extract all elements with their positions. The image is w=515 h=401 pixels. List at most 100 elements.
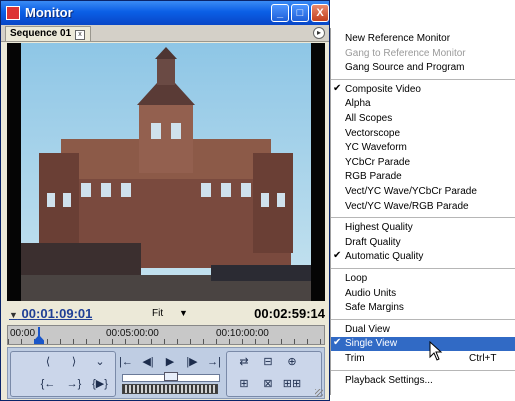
ruler-ticks xyxy=(8,339,324,344)
menu-item-highest-quality[interactable]: Highest Quality xyxy=(331,221,515,235)
chevron-down-icon[interactable]: ▼ xyxy=(179,308,188,318)
extract-button[interactable]: ⊠ xyxy=(258,376,278,392)
timecode-arrow-icon: ▼ xyxy=(9,310,18,320)
ruler-label: 00:10:00:00 xyxy=(216,328,269,339)
menu-item-label: Automatic Quality xyxy=(345,251,424,263)
close-button[interactable]: X xyxy=(311,4,329,22)
output-button[interactable]: ⊕ xyxy=(282,354,302,370)
checkmark-icon: ✔ xyxy=(333,82,342,94)
current-timecode[interactable]: ▼ 00:01:09:01 xyxy=(9,306,92,321)
menu-item-vectorscope[interactable]: Vectorscope xyxy=(331,127,515,141)
menu-item-yc-waveform[interactable]: YC Waveform xyxy=(331,141,515,155)
maximize-button[interactable]: □ xyxy=(291,4,309,22)
menu-item-label: Vect/YC Wave/YCbCr Parade xyxy=(345,186,477,197)
tab-sequence-01[interactable]: Sequence 01 x xyxy=(5,26,91,41)
menu-item-label: Audio Units xyxy=(345,287,397,299)
mouse-cursor-icon xyxy=(429,341,443,361)
title-bar[interactable]: Monitor _ □ X xyxy=(1,1,329,25)
window-title: Monitor xyxy=(25,5,73,20)
go-to-out-button[interactable]: →| xyxy=(204,354,224,370)
ruler-label: 00:00 xyxy=(10,328,36,339)
transport-controls: ⟨ ⟩ ⌄ |← ◀| ▶ |▶ →| ⇄ ⊟ ⊕ {← →} {▶} ⊞ ⊠ … xyxy=(7,347,325,399)
panel-menu-button[interactable]: ▸ xyxy=(313,27,325,39)
menu-item-automatic-quality[interactable]: ✔ Automatic Quality xyxy=(331,250,515,264)
jog-wheel[interactable] xyxy=(122,384,218,394)
menu-item-label: Single View xyxy=(345,338,398,350)
menu-item-single-view[interactable]: ✔ Single View xyxy=(331,337,515,352)
menu-item-draft-quality[interactable]: Draft Quality xyxy=(331,236,515,250)
step-back-button[interactable]: ◀| xyxy=(138,354,158,370)
menu-item-all-scopes[interactable]: All Scopes xyxy=(331,112,515,126)
app-icon xyxy=(6,6,20,20)
timecode-row: ▼ 00:01:09:01 Fit ▼ 00:02:59:14 xyxy=(7,303,325,323)
menu-item-label: All Scopes xyxy=(345,113,393,124)
menu-item-trim[interactable]: Trim Ctrl+T xyxy=(331,352,515,366)
current-timecode-value: 00:01:09:01 xyxy=(21,306,93,321)
menu-item-label: RGB Parade xyxy=(345,171,402,183)
duration-timecode: 00:02:59:14 xyxy=(254,306,325,321)
menu-item-label: Highest Quality xyxy=(345,222,413,234)
menu-item-loop[interactable]: Loop xyxy=(331,272,515,286)
menu-item-vect-yc-wave-rgb-parade[interactable]: Vect/YC Wave/RGB Parade xyxy=(331,200,515,214)
loop-button[interactable]: ⇄ xyxy=(234,354,254,370)
minimize-button[interactable]: _ xyxy=(271,4,289,22)
menu-item-alpha[interactable]: Alpha xyxy=(331,97,515,111)
playhead-handle-icon[interactable] xyxy=(34,335,44,344)
menu-item-label: Alpha xyxy=(345,98,371,110)
lift-button[interactable]: ⊞ xyxy=(234,376,254,392)
mark-in-button[interactable]: ⟨ xyxy=(38,354,58,370)
tab-label: Sequence 01 xyxy=(10,28,72,39)
go-to-in-button[interactable]: |← xyxy=(116,354,136,370)
menu-item-playback-settings[interactable]: Playback Settings... xyxy=(331,374,515,388)
menu-item-audio-units[interactable]: Audio Units xyxy=(331,287,515,301)
menu-item-label: Gang Source and Program xyxy=(345,62,465,74)
menu-separator xyxy=(331,268,515,269)
menu-separator xyxy=(331,78,515,80)
time-ruler[interactable]: 00:00 00:05:00:00 00:10:00:00 xyxy=(7,325,325,345)
menu-item-label: Safe Margins xyxy=(345,302,404,314)
menu-separator xyxy=(331,318,515,320)
step-forward-button[interactable]: |▶ xyxy=(182,354,202,370)
video-frame xyxy=(21,43,311,301)
export-frame-button[interactable]: ⊞⊞ xyxy=(282,376,302,392)
menu-item-dual-view[interactable]: Dual View xyxy=(331,323,515,337)
menu-item-label: Vect/YC Wave/RGB Parade xyxy=(345,200,469,212)
monitor-panel-menu: New Reference Monitor Gang to Reference M… xyxy=(330,28,515,395)
shuttle-handle[interactable] xyxy=(164,372,178,381)
checkmark-icon: ✔ xyxy=(333,337,342,349)
menu-item-gang-source-and-program[interactable]: Gang Source and Program xyxy=(331,61,515,75)
go-to-next-marker-button[interactable]: →} xyxy=(64,376,84,392)
menu-item-label: YCbCr Parade xyxy=(345,156,411,168)
menu-item-rgb-parade[interactable]: RGB Parade xyxy=(331,170,515,184)
resize-grip[interactable] xyxy=(315,389,323,397)
monitor-window: Monitor _ □ X Sequence 01 x ▸ ▼ 00:01:09… xyxy=(0,0,330,401)
tab-close-icon[interactable]: x xyxy=(75,30,85,40)
menu-item-ycbcr-parade[interactable]: YCbCr Parade xyxy=(331,156,515,170)
menu-item-label: YC Waveform xyxy=(345,142,407,154)
play-button[interactable]: ▶ xyxy=(160,354,180,370)
set-marker-button[interactable]: ⌄ xyxy=(90,354,110,370)
menu-item-label: Loop xyxy=(345,273,368,284)
menu-item-label: Trim xyxy=(345,353,365,364)
menu-item-vect-yc-wave-ycbcr-parade[interactable]: Vect/YC Wave/YCbCr Parade xyxy=(331,185,515,199)
play-in-to-out-button[interactable]: {▶} xyxy=(90,376,110,392)
ruler-label: 00:05:00:00 xyxy=(106,328,159,339)
menu-item-new-reference-monitor[interactable]: New Reference Monitor xyxy=(331,32,515,46)
mark-out-button[interactable]: ⟩ xyxy=(64,354,84,370)
menu-item-label: Draft Quality xyxy=(345,236,401,248)
menu-item-label: Gang to Reference Monitor xyxy=(345,47,466,59)
menu-item-composite-video[interactable]: ✔ Composite Video xyxy=(331,83,515,97)
safe-margins-button[interactable]: ⊟ xyxy=(258,354,278,370)
menu-item-safe-margins[interactable]: Safe Margins xyxy=(331,301,515,315)
menu-item-label: Playback Settings... xyxy=(345,374,433,386)
go-to-prev-marker-button[interactable]: {← xyxy=(38,376,58,392)
video-viewer[interactable] xyxy=(7,43,325,301)
menu-item-label: Vectorscope xyxy=(345,127,401,139)
menu-item-label: Dual View xyxy=(345,323,390,335)
menu-separator xyxy=(331,369,515,371)
menu-separator xyxy=(331,217,515,219)
tab-bar: Sequence 01 x ▸ xyxy=(1,25,329,42)
menu-item-gang-to-reference-monitor: Gang to Reference Monitor xyxy=(331,47,515,61)
menu-item-label: Composite Video xyxy=(345,83,421,95)
zoom-select[interactable]: Fit xyxy=(152,308,163,319)
